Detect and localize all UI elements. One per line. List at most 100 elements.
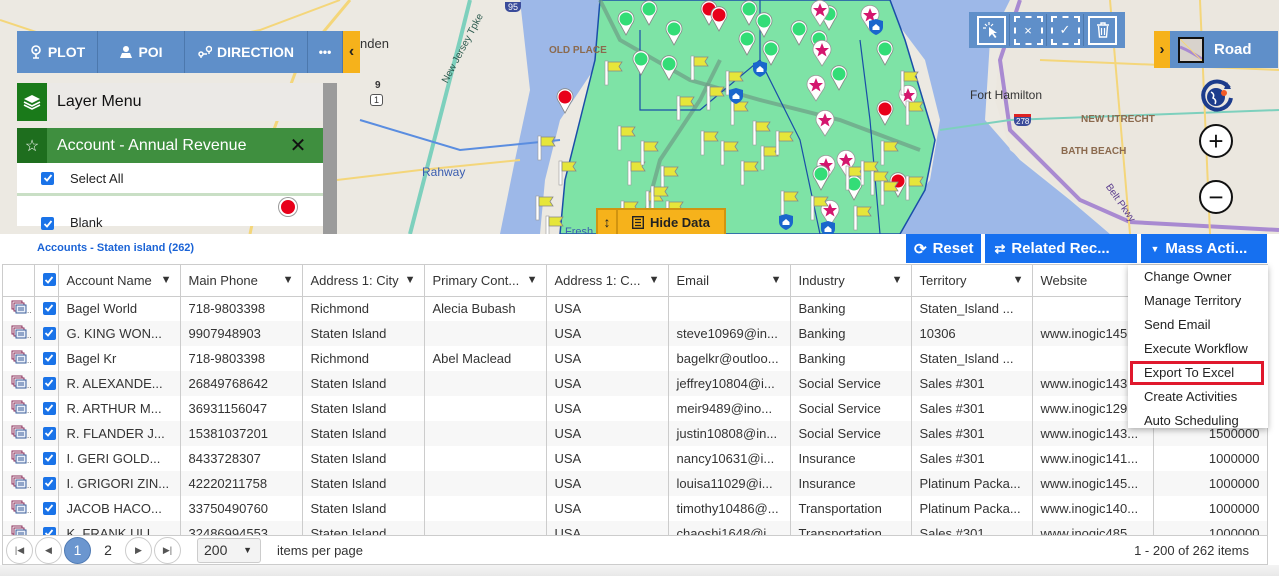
flag-marker-icon[interactable] [905,100,925,131]
select-all-row[interactable]: Select All [17,163,323,196]
row-checkbox[interactable] [42,301,56,315]
hide-data-button[interactable]: Hide Data [618,210,724,234]
record-icon-cell[interactable]: .. [3,396,35,421]
reset-button[interactable]: ⟳ Reset [906,234,982,263]
table-row[interactable]: .. R. ARTHUR M...36931156047Staten Island… [3,396,1267,421]
home-shield-marker-icon[interactable] [868,18,884,41]
mass-action-item[interactable]: Manage Territory [1128,289,1268,313]
flag-marker-icon[interactable] [905,175,925,206]
red-marker-icon[interactable] [710,6,728,37]
table-row[interactable]: .. G. KING WON...9907948903Staten Island U… [3,321,1267,346]
mass-action-item[interactable]: Change Owner [1128,265,1268,289]
table-row[interactable]: .. Bagel World718-9803398RichmondAlecia B… [3,296,1267,321]
mass-action-item[interactable]: Export To Excel [1130,361,1264,385]
related-records-button[interactable]: ⇄ Related Rec... [985,234,1138,263]
col-header[interactable]: Territory ▼ [911,265,1033,297]
row-select-cell[interactable] [34,471,59,496]
flag-marker-icon[interactable] [880,180,900,211]
plot-button[interactable]: PLOT [17,31,98,73]
grid-title[interactable]: Accounts - Staten island (262) [37,242,194,254]
record-icon-cell[interactable]: .. [3,346,35,371]
row-select-cell[interactable] [34,321,59,346]
col-header[interactable]: Email ▼ [668,265,791,297]
flag-marker-icon[interactable] [900,70,920,101]
green-marker-icon[interactable] [738,30,756,61]
header-checkbox[interactable] [42,273,56,287]
home-shield-marker-icon[interactable] [752,60,768,83]
mass-action-item[interactable]: Auto Scheduling [1128,409,1268,428]
filter-icon[interactable]: ▼ [1013,274,1024,286]
row-select-cell[interactable] [34,346,59,371]
filter-icon[interactable]: ▼ [892,274,903,286]
col-header[interactable]: Primary Cont... ▼ [424,265,547,297]
row-select-cell[interactable] [34,521,59,535]
row-checkbox[interactable] [42,501,56,515]
row-checkbox[interactable] [42,401,56,415]
mass-action-item[interactable]: Send Email [1128,313,1268,337]
row-checkbox[interactable] [42,376,56,390]
mass-action-item[interactable]: Execute Workflow [1128,337,1268,361]
col-header[interactable]: Industry ▼ [790,265,912,297]
green-marker-icon[interactable] [665,20,683,51]
col-header[interactable]: Address 1: City ▼ [302,265,425,297]
table-row[interactable]: .. Bagel Kr718-9803398RichmondAbel Maclea… [3,346,1267,371]
star-marker-icon[interactable] [812,40,832,72]
mass-action-item[interactable]: Create Activities [1128,385,1268,409]
record-icon-cell[interactable]: .. [3,371,35,396]
poi-button[interactable]: POI [98,31,185,73]
home-shield-marker-icon[interactable] [820,220,836,234]
select-tool-button[interactable] [973,14,1010,46]
row-checkbox[interactable] [42,426,56,440]
row-select-cell[interactable] [34,396,59,421]
page-2-button[interactable]: 2 [93,537,123,564]
flag-marker-icon[interactable] [537,135,557,166]
flag-marker-icon[interactable] [545,215,565,234]
resize-handle[interactable]: ↕ [598,210,618,234]
zoom-out-button[interactable]: − [1199,180,1233,214]
red-marker-icon[interactable] [556,88,574,119]
filter-icon[interactable]: ▼ [649,274,660,286]
layer-menu-header[interactable]: Layer Menu [17,83,323,121]
table-row[interactable]: .. K. FRANK ULI...32486994553Staten Islan… [3,521,1267,535]
next-page-button[interactable]: ▶ [125,536,152,564]
record-icon-cell[interactable]: .. [3,296,35,321]
layer-item-header[interactable]: ☆ Account - Annual Revenue ✕ [17,128,323,163]
flag-marker-icon[interactable] [740,160,760,191]
green-marker-icon[interactable] [812,165,830,196]
flag-marker-icon[interactable] [720,140,740,171]
table-row[interactable]: .. R. ALEXANDE...26849768642Staten Island… [3,371,1267,396]
filter-icon[interactable]: ▼ [283,274,294,286]
flag-marker-icon[interactable] [880,140,900,171]
star-marker-icon[interactable] [815,110,835,142]
filter-icon[interactable]: ▼ [527,274,538,286]
record-icon-cell[interactable]: .. [3,496,35,521]
row-checkbox[interactable] [42,526,56,535]
first-page-button[interactable]: |◀ [6,536,33,564]
row-checkbox[interactable] [42,326,56,340]
prev-page-button[interactable]: ◀ [35,536,62,564]
layer-menu-scrollbar[interactable] [323,83,337,234]
green-marker-icon[interactable] [660,55,678,86]
record-icon-cell[interactable]: .. [3,446,35,471]
flag-marker-icon[interactable] [700,130,720,161]
green-marker-icon[interactable] [740,0,758,31]
row-select-cell[interactable] [34,446,59,471]
red-marker-icon[interactable] [876,100,894,131]
flag-marker-icon[interactable] [676,95,696,126]
clear-selection-button[interactable]: × [1010,14,1047,46]
more-button[interactable]: ••• [308,31,343,73]
filter-icon[interactable]: ▼ [405,274,416,286]
zoom-in-button[interactable]: + [1199,124,1233,158]
table-row[interactable]: .. I. GRIGORI ZIN...42220211758Staten Isl… [3,471,1267,496]
delete-button[interactable] [1084,14,1121,46]
direction-button[interactable]: DIRECTION [185,31,308,73]
col-header[interactable]: Account Name ▼ [58,265,181,297]
table-row[interactable]: .. JACOB HACO...33750490760Staten Island U… [3,496,1267,521]
header-select-all[interactable] [34,265,59,297]
table-row[interactable]: .. R. FLANDER J...15381037201Staten Islan… [3,421,1267,446]
flag-marker-icon[interactable] [690,55,710,86]
flag-marker-icon[interactable] [775,130,795,161]
green-marker-icon[interactable] [640,0,658,31]
last-page-button[interactable]: ▶| [154,536,181,564]
record-icon-cell[interactable]: .. [3,321,35,346]
